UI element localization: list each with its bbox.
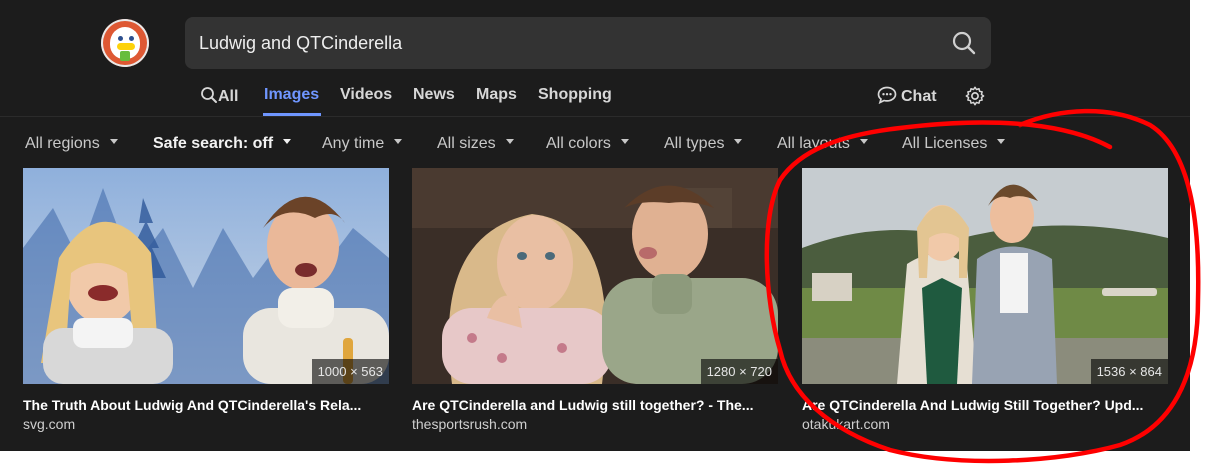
couple-photo-image — [802, 168, 1168, 384]
active-tab-indicator — [263, 113, 321, 116]
result-title[interactable]: Are QTCinderella And Ludwig Still Togeth… — [802, 397, 1168, 413]
filter-label: All layouts — [777, 135, 850, 152]
caret-down-icon — [734, 139, 743, 145]
filter-label: Any time — [322, 135, 385, 152]
result-thumbnail[interactable]: 1000 × 563 — [23, 168, 389, 384]
filter-label: All types — [664, 135, 725, 152]
duck-eye — [129, 36, 134, 41]
result-title[interactable]: The Truth About Ludwig And QTCinderella'… — [23, 397, 389, 413]
filter-types[interactable]: All types — [664, 135, 743, 153]
filter-layouts[interactable]: All layouts — [777, 135, 868, 153]
caret-down-icon — [394, 139, 403, 145]
tab-images[interactable]: Images — [264, 86, 319, 104]
image-dimensions: 1000 × 563 — [311, 359, 389, 384]
duck-tie — [120, 51, 130, 61]
caret-down-icon — [997, 139, 1006, 145]
search-icon[interactable] — [951, 30, 977, 56]
tab-videos[interactable]: Videos — [340, 86, 392, 104]
caret-down-icon — [505, 139, 514, 145]
filter-safe-search[interactable]: Safe search: off — [153, 135, 292, 153]
chat-label: Chat — [901, 88, 937, 105]
image-result[interactable]: 1000 × 563 The Truth About Ludwig And QT… — [23, 168, 389, 432]
result-thumbnail[interactable]: 1280 × 720 — [412, 168, 778, 384]
filter-regions[interactable]: All regions — [25, 135, 118, 153]
search-icon — [201, 87, 217, 103]
tab-shopping[interactable]: Shopping — [538, 86, 612, 104]
caret-down-icon — [283, 139, 292, 145]
result-source[interactable]: thesportsrush.com — [412, 416, 778, 432]
gear-icon[interactable] — [964, 85, 986, 107]
header: All Images Videos News Maps Shopping Cha… — [0, 0, 1190, 117]
filter-bar: All regions Safe search: off Any time Al… — [0, 117, 1190, 169]
result-title[interactable]: Are QTCinderella and Ludwig still togeth… — [412, 397, 778, 413]
filter-label: All sizes — [437, 135, 496, 152]
filter-label: All regions — [25, 135, 100, 152]
result-thumbnail[interactable]: 1536 × 864 — [802, 168, 1168, 384]
tab-label: All — [218, 88, 239, 105]
tab-all[interactable]: All — [200, 86, 238, 106]
filter-licenses[interactable]: All Licenses — [902, 135, 1006, 153]
duckduckgo-logo[interactable] — [101, 19, 149, 67]
caret-down-icon — [859, 139, 868, 145]
couple-photo-image — [412, 168, 778, 384]
search-input[interactable] — [185, 17, 925, 69]
chat-bubble-icon — [877, 86, 897, 105]
result-source[interactable]: otakukart.com — [802, 416, 1168, 432]
image-dimensions: 1280 × 720 — [700, 359, 778, 384]
image-dimensions: 1536 × 864 — [1090, 359, 1168, 384]
tab-news[interactable]: News — [413, 86, 455, 104]
browser-page: All Images Videos News Maps Shopping Cha… — [0, 0, 1190, 451]
result-source[interactable]: svg.com — [23, 416, 389, 432]
duck-eye — [118, 36, 123, 41]
filter-label: All Licenses — [902, 135, 988, 152]
filter-label: Safe search: off — [153, 135, 274, 152]
filter-time[interactable]: Any time — [322, 135, 403, 153]
search-bar — [185, 17, 991, 69]
filter-sizes[interactable]: All sizes — [437, 135, 514, 153]
duck-beak — [117, 43, 135, 50]
image-result[interactable]: 1536 × 864 Are QTCinderella And Ludwig S… — [802, 168, 1168, 432]
filter-label: All colors — [546, 135, 611, 152]
image-result[interactable]: 1280 × 720 Are QTCinderella and Ludwig s… — [412, 168, 778, 432]
caret-down-icon — [109, 139, 118, 145]
tab-maps[interactable]: Maps — [476, 86, 517, 104]
couple-photo-image — [23, 168, 389, 384]
filter-colors[interactable]: All colors — [546, 135, 629, 153]
chat-button[interactable]: Chat — [877, 86, 937, 106]
caret-down-icon — [620, 139, 629, 145]
